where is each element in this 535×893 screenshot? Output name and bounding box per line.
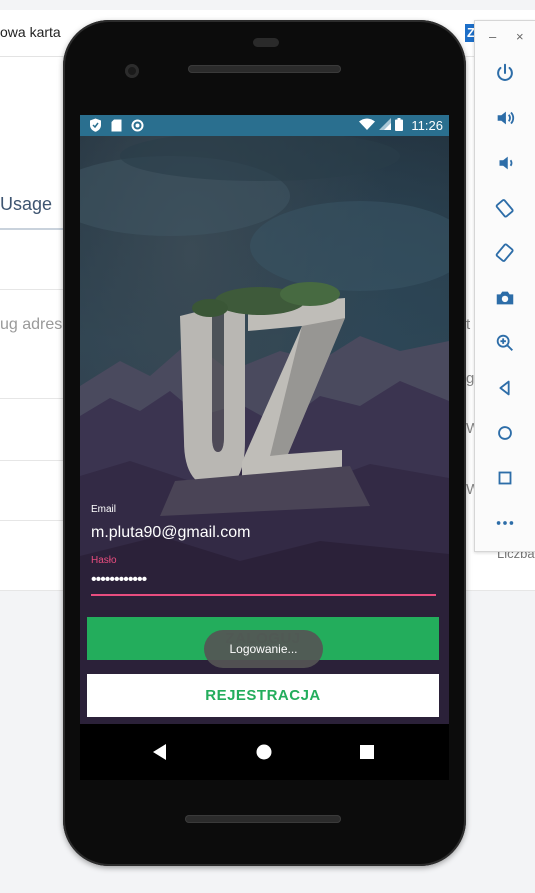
nav-home-button[interactable] (254, 742, 274, 762)
row-divider (0, 460, 64, 461)
shield-icon (88, 118, 102, 132)
nav-recents-button[interactable] (357, 742, 377, 762)
camera-icon (496, 291, 514, 305)
wifi-icon (359, 118, 376, 133)
email-label: Email (91, 504, 117, 515)
power-button[interactable] (492, 60, 518, 86)
overview-icon (498, 471, 512, 485)
right-text-fragment: t (466, 316, 471, 333)
address-input[interactable]: ug adres (0, 316, 62, 334)
battery-icon (395, 117, 404, 134)
zoom-icon (496, 334, 513, 351)
signal-icon (379, 118, 392, 133)
phone-screen: 11:26 Email m.pluta90@gmail.com Hasło ••… (80, 115, 449, 780)
row-divider (0, 398, 64, 399)
zoom-button[interactable] (492, 330, 518, 356)
rotate-right-button[interactable] (492, 240, 518, 266)
front-camera (125, 64, 139, 78)
usage-underline (0, 228, 64, 230)
password-label: Hasło (91, 555, 117, 566)
browser-tab-label[interactable]: owa karta (0, 24, 61, 40)
top-speaker-grille (188, 65, 341, 73)
toast-message: Logowanie... (204, 630, 323, 668)
rotate-left-icon (495, 199, 514, 218)
recents-icon (360, 745, 374, 759)
circle-icon (130, 118, 144, 132)
rotate-left-button[interactable] (492, 195, 518, 221)
back-icon (499, 380, 510, 396)
volume-up-button[interactable] (492, 105, 518, 131)
home-button[interactable] (492, 420, 518, 446)
usage-heading[interactable]: Usage (0, 194, 52, 215)
volume-down-button[interactable] (492, 150, 518, 176)
emulator-toolbar: – × (474, 20, 535, 552)
status-time: 11:26 (411, 118, 443, 133)
screenshot-button[interactable] (492, 285, 518, 311)
register-button[interactable]: REJESTRACJA (87, 674, 439, 717)
power-icon (497, 63, 513, 81)
close-button[interactable]: × (516, 29, 524, 44)
bottom-speaker-grille (185, 815, 341, 823)
home-icon (498, 426, 512, 440)
nav-back-button[interactable] (150, 742, 170, 762)
row-divider (0, 289, 64, 290)
back-button[interactable] (492, 375, 518, 401)
home-icon (256, 744, 272, 760)
more-button[interactable] (492, 510, 518, 536)
navigation-bar (80, 724, 449, 780)
minimize-button[interactable]: – (489, 29, 496, 44)
phone-frame: 11:26 Email m.pluta90@gmail.com Hasło ••… (63, 20, 466, 866)
earpiece (253, 38, 279, 47)
row-divider (0, 520, 64, 521)
status-bar: 11:26 (80, 115, 449, 136)
password-underline (91, 594, 436, 596)
volume-down-icon (499, 156, 513, 170)
password-field[interactable]: •••••••••••• (91, 571, 431, 589)
more-icon (496, 521, 514, 525)
sd-card-icon (109, 118, 123, 132)
email-field[interactable]: m.pluta90@gmail.com (91, 524, 250, 542)
rotate-right-icon (495, 243, 514, 262)
volume-up-icon (497, 111, 515, 125)
overview-button[interactable] (492, 465, 518, 491)
back-icon (153, 744, 166, 760)
